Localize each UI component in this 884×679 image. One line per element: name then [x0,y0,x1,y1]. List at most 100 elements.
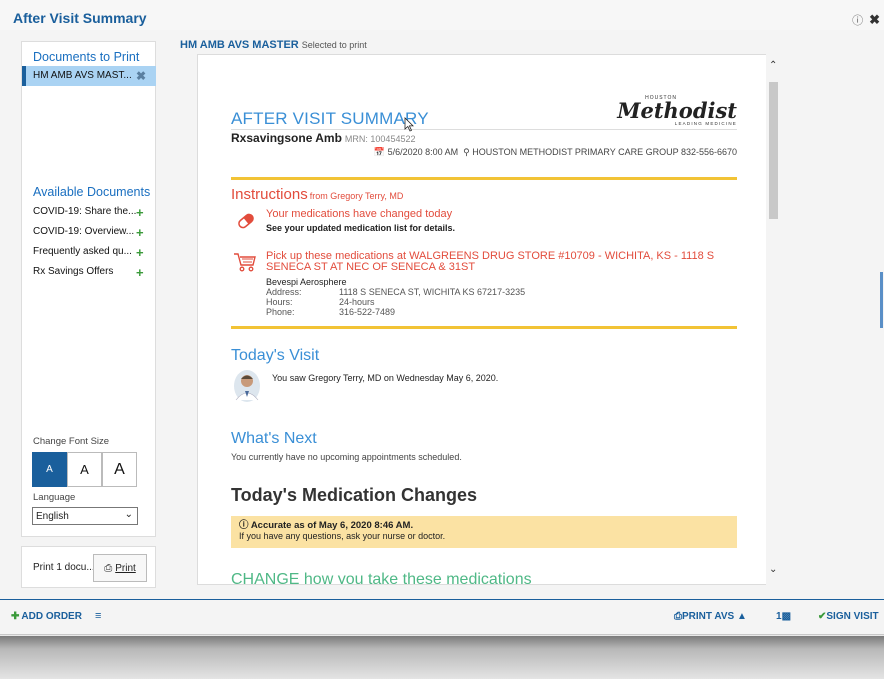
pharmacy-row: Hours: 24-hours [266,297,525,307]
pharmacy-row: Phone: 316-522-7489 [266,307,525,317]
pill-icon [238,213,254,229]
instructions-heading: Instructions from Gregory Terry, MD [231,186,403,203]
divider [231,129,737,130]
available-doc-item[interactable]: COVID-19: Share the... + [22,205,156,226]
accurate-text: If you have any questions, ask your nurs… [239,531,446,541]
print-count: Print 1 docu... [33,562,95,573]
visit-info: 📅 5/6/2020 8:00 AM ⚲ HOUSTON METHODIST P… [374,147,737,158]
selected-doc-item[interactable]: HM AMB AVS MAST... ✖ [22,66,156,86]
print-button[interactable]: ⎙ Print [93,554,147,582]
scroll-down-icon[interactable]: ⌄ [769,564,777,575]
patient-name: Rxsavingsone Amb [231,131,342,145]
doc-header-name: HM AMB AVS MASTER [180,39,299,51]
pharmacy-row: Address: 1118 S SENECA ST, WICHITA KS 672… [266,287,525,297]
font-size-small-button[interactable]: A [32,452,67,487]
footer-bar: ✚ ADD ORDER ≡ ⎙PRINT AVS ▲ 1▩ ✔SIGN VISIT [0,599,884,634]
section-rule [231,177,737,180]
calendar-icon: 📅 [373,147,386,157]
close-icon[interactable]: ✖ [869,12,880,27]
available-doc-label: Rx Savings Offers [33,266,114,277]
medication-changes-heading: Today's Medication Changes [231,485,477,505]
patient-line: Rxsavingsone Amb MRN: 100454522 [231,131,415,145]
print-button-label: Print [115,562,136,574]
available-doc-label: COVID-19: Share the... [33,206,137,217]
selected-doc-label: HM AMB AVS MAST... [33,70,132,81]
drug-name: Bevespi Aerosphere [266,277,347,287]
available-doc-item[interactable]: Frequently asked qu... + [22,245,156,266]
scroll-up-icon[interactable]: ⌃ [769,60,777,71]
pharmacy-details: Address: 1118 S SENECA ST, WICHITA KS 672… [266,287,525,317]
doc-header-sub: Selected to print [301,40,367,50]
side-tab[interactable] [880,272,883,328]
title-icons: ⓘ ✖ [846,12,880,28]
instructions-from: from Gregory Terry, MD [309,191,404,201]
language-label: Language [33,492,76,503]
mouse-cursor-icon [404,117,414,132]
add-doc-icon[interactable]: + [136,205,144,220]
whats-next-heading: What's Next [231,430,317,447]
available-doc-label: COVID-19: Overview... [33,226,135,237]
pharmacy-value: 316-522-7489 [339,307,396,317]
available-doc-item[interactable]: Rx Savings Offers + [22,265,156,286]
title-bar: After Visit Summary ⓘ ✖ [0,0,884,30]
info-icon: ⓘ [239,520,249,531]
add-doc-icon[interactable]: + [136,225,144,240]
order-list-icon[interactable]: ≡ [95,610,101,622]
font-size-label: Change Font Size [33,436,110,447]
remove-doc-icon[interactable]: ✖ [136,69,146,83]
font-size-large-button[interactable]: A [102,452,137,487]
pharmacy-value: 1118 S SENECA ST, WICHITA KS 67217-3235 [339,287,526,297]
scroll-thumb[interactable] [769,82,778,219]
add-order-button[interactable]: ✚ ADD ORDER [11,611,82,622]
background-strip [0,636,884,679]
visit-location: HOUSTON METHODIST PRIMARY CARE GROUP 832… [472,147,737,157]
help-icon[interactable]: ⓘ [852,15,863,27]
avs-window: After Visit Summary ⓘ ✖ Documents to Prin… [0,0,884,635]
sign-visit-button[interactable]: ✔SIGN VISIT [818,611,879,622]
pharmacy-value: 24-hours [339,297,375,307]
logo-methodist: Methodist [617,98,737,123]
language-select[interactable]: English ⌄ [32,507,138,525]
pharmacy-key: Address: [266,287,302,297]
shopping-cart-icon [234,253,256,272]
caret-up-icon: ▲ [737,611,747,622]
window-title: After Visit Summary [13,10,147,26]
document-scrollbar[interactable]: ⌃ ⌄ [766,54,781,585]
document-preview[interactable]: AFTER VISIT SUMMARY HOUSTON Methodist LE… [197,54,781,585]
clipboard-count[interactable]: 1▩ [776,611,791,622]
section-rule [231,326,737,329]
printer-icon: ⎙ [674,611,682,622]
todays-visit-text: You saw Gregory Terry, MD on Wednesday M… [272,373,499,383]
visit-datetime: 5/6/2020 8:00 AM [387,147,459,157]
available-doc-item[interactable]: COVID-19: Overview... + [22,225,156,246]
chevron-down-icon: ⌄ [124,509,133,520]
sidebar: Documents to Print HM AMB AVS MAST... ✖ … [21,41,156,537]
language-value: English [36,511,69,522]
medication-changed-notice: Your medications have changed today [266,208,453,220]
avs-title: AFTER VISIT SUMMARY [231,109,429,128]
pharmacy-key: Phone: [266,307,295,317]
print-box: Print 1 docu... ⎙ Print [21,546,156,588]
add-doc-icon[interactable]: + [136,245,144,260]
medication-note: See your updated medication list for det… [266,223,456,233]
docs-to-print-header: Documents to Print [33,50,140,64]
add-doc-icon[interactable]: + [136,265,144,280]
methodist-logo: HOUSTON Methodist LEADING MEDICINE [617,95,737,126]
patient-mrn: MRN: 100454522 [344,134,416,144]
sign-visit-label: SIGN VISIT [826,611,879,622]
location-pin-icon: ⚲ [463,147,470,157]
whats-next-text: You currently have no upcoming appointme… [231,452,462,462]
accurate-title: Accurate as of May 6, 2020 8:46 AM. [250,520,414,531]
print-avs-label: PRINT AVS [682,611,735,622]
available-docs-header: Available Documents [33,185,151,199]
plus-icon: ✚ [11,611,20,622]
available-docs-list: COVID-19: Share the... + COVID-19: Overvi… [22,205,156,286]
pickup-notice: Pick up these medications at WALGREENS D… [266,250,715,273]
font-size-medium-button[interactable]: A [67,452,102,487]
font-size-buttons: A A A [32,452,137,487]
print-avs-button[interactable]: ⎙PRINT AVS ▲ [674,611,747,622]
printer-icon: ⎙ [104,562,113,574]
available-doc-label: Frequently asked qu... [33,246,132,257]
clipboard-icon: ▩ [781,611,792,622]
doctor-avatar [234,370,260,402]
